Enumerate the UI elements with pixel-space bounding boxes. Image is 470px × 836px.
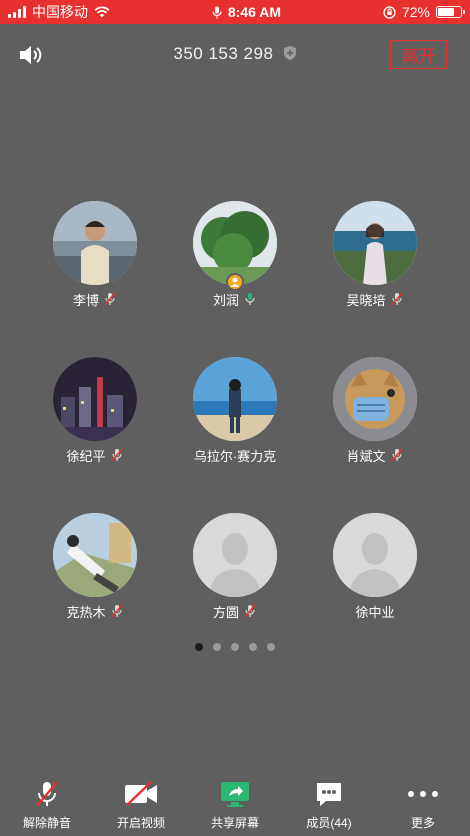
- avatar: [53, 201, 137, 285]
- share-screen-label: 共享屏幕: [210, 816, 259, 830]
- bottom-toolbar: 解除静音 开启视频 共享屏幕 成员(44) 更多: [0, 770, 470, 836]
- status-left: 中国移动: [8, 2, 110, 22]
- unmute-label: 解除静音: [22, 816, 71, 830]
- participant-name-row: 肖斌文: [305, 446, 445, 464]
- start-video-button[interactable]: 开启视频: [101, 780, 181, 831]
- camera-off-icon: [125, 781, 157, 806]
- unmute-button[interactable]: 解除静音: [7, 780, 87, 831]
- avatar: [193, 201, 277, 291]
- more-button[interactable]: 更多: [383, 780, 463, 831]
- participant-name: 肖斌文: [346, 448, 386, 464]
- members-button[interactable]: 成员(44): [289, 780, 369, 831]
- participant-tile[interactable]: 刘润: [165, 201, 305, 308]
- mic-muted-icon: [390, 448, 403, 462]
- status-right: 72%: [383, 4, 465, 20]
- participant-name: 李博: [72, 292, 99, 308]
- participant-name-row: 徐纪平: [25, 446, 165, 464]
- mic-status-icon: [212, 6, 222, 18]
- participant-name: 克热木: [66, 604, 106, 620]
- page-dot[interactable]: [249, 643, 257, 651]
- signal-icon: [8, 6, 26, 18]
- participant-tile[interactable]: 徐纪平: [25, 357, 165, 464]
- page-dot-active[interactable]: [195, 643, 203, 651]
- leave-button[interactable]: 离开: [390, 40, 447, 69]
- status-center: 8:46 AM: [212, 4, 281, 20]
- participant-name-row: 吴晓培: [305, 290, 445, 308]
- mic-muted-icon: [104, 292, 116, 306]
- participant-tile[interactable]: 肖斌文: [305, 357, 445, 464]
- default-avatar: [333, 513, 417, 597]
- meeting-id-text: 350 153 298: [173, 44, 274, 63]
- participant-name: 吴晓培: [346, 292, 386, 308]
- page-indicator[interactable]: [0, 643, 470, 651]
- page-dot[interactable]: [213, 643, 221, 651]
- battery-fill: [437, 8, 454, 16]
- participant-name: 乌拉尔·赛力克: [193, 448, 277, 464]
- status-bar: 中国移动 8:46 AM 72%: [0, 0, 470, 24]
- participant-name-row: 方圆: [165, 602, 305, 620]
- participant-name-row: 李博: [25, 290, 165, 308]
- wifi-icon: [94, 6, 110, 18]
- participant-tile[interactable]: 李博: [25, 201, 165, 308]
- page-dot[interactable]: [231, 643, 239, 651]
- chat-bubble-icon: [317, 783, 341, 806]
- participant-name-row: 徐中业: [305, 602, 445, 620]
- shield-icon: [283, 46, 296, 60]
- mic-muted-icon: [390, 292, 403, 306]
- avatar: [193, 357, 277, 441]
- mic-active-icon: [245, 293, 255, 305]
- default-avatar: [193, 513, 277, 597]
- mic-muted-icon: [36, 781, 58, 807]
- mic-muted-icon: [110, 448, 123, 462]
- participant-tile[interactable]: 吴晓培: [305, 201, 445, 308]
- participant-name-row: 乌拉尔·赛力克: [165, 446, 305, 464]
- share-screen-icon: [221, 782, 249, 807]
- participant-tile[interactable]: 徐中业: [305, 513, 445, 620]
- mic-muted-icon: [110, 604, 123, 618]
- avatar: [53, 357, 137, 441]
- participant-name: 徐中业: [355, 604, 395, 620]
- avatar: [333, 201, 417, 285]
- battery-icon: [435, 6, 465, 18]
- carrier-label: 中国移动: [32, 4, 88, 20]
- host-badge: [226, 273, 244, 291]
- participant-name: 徐纪平: [66, 448, 106, 464]
- participant-tile[interactable]: 乌拉尔·赛力克: [165, 357, 305, 464]
- start-video-label: 开启视频: [116, 816, 165, 830]
- participant-name: 方圆: [212, 604, 239, 620]
- share-screen-button[interactable]: 共享屏幕: [195, 780, 275, 831]
- members-label: 成员(44): [306, 816, 352, 830]
- more-dots-icon: [408, 791, 438, 797]
- page-dot[interactable]: [267, 643, 275, 651]
- avatar: [53, 513, 137, 597]
- participant-tile[interactable]: 克热木: [25, 513, 165, 620]
- avatar: [333, 357, 417, 441]
- participant-name-row: 克热木: [25, 602, 165, 620]
- participant-tile[interactable]: 方圆: [165, 513, 305, 620]
- clock: 8:46 AM: [227, 4, 282, 20]
- battery-percent: 72%: [401, 4, 430, 20]
- orientation-lock-icon: [383, 5, 396, 19]
- mic-muted-icon: [244, 604, 256, 618]
- more-label: 更多: [410, 816, 435, 830]
